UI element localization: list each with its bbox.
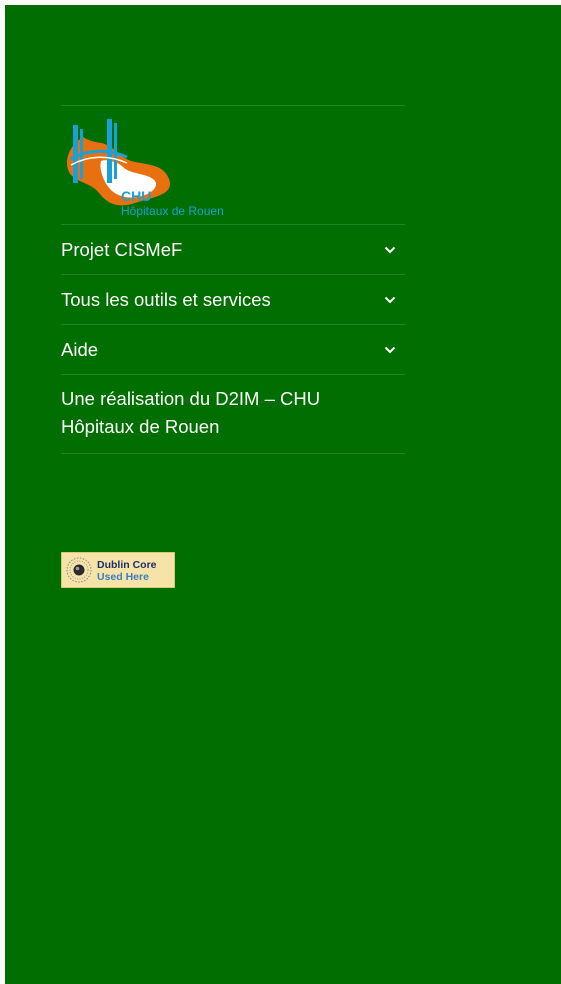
sidebar-menu: CHU Hôpitaux de Rouen Projet CISMeF Tous… [61, 105, 405, 454]
divider [61, 453, 405, 454]
chu-logo: CHU Hôpitaux de Rouen [67, 119, 224, 218]
badge-line-2: Used Here [97, 571, 149, 583]
menu-item-projet-cismef[interactable]: Projet CISMeF [61, 225, 405, 274]
chevron-down-icon[interactable] [381, 241, 399, 259]
credit-line-2: Hôpitaux de Rouen [61, 416, 220, 437]
chu-logo-link[interactable]: CHU Hôpitaux de Rouen [61, 106, 405, 224]
credit-line-1: Une réalisation du D2IM – CHU [61, 388, 321, 409]
chevron-down-icon[interactable] [381, 291, 399, 309]
logo-chu-text: CHU [121, 188, 151, 204]
sidebar-panel: CHU Hôpitaux de Rouen Projet CISMeF Tous… [5, 5, 561, 984]
badge-line-1: Dublin Core [97, 559, 157, 571]
menu-item-label: Tous les outils et services [61, 288, 271, 310]
dublin-core-logo: Dublin Core Used Here [60, 551, 176, 589]
menu-item-label: Projet CISMeF [61, 238, 183, 260]
logo-sub-text: Hôpitaux de Rouen [121, 204, 224, 218]
dublin-core-badge[interactable]: Dublin Core Used Here [60, 551, 176, 593]
menu-item-label: Aide [61, 338, 99, 360]
chevron-down-icon[interactable] [381, 341, 399, 359]
credit-link[interactable]: Une réalisation du D2IM – CHU Hôpitaux d… [61, 375, 405, 453]
menu-item-outils-services[interactable]: Tous les outils et services [61, 275, 405, 324]
menu-item-aide[interactable]: Aide [61, 325, 405, 374]
